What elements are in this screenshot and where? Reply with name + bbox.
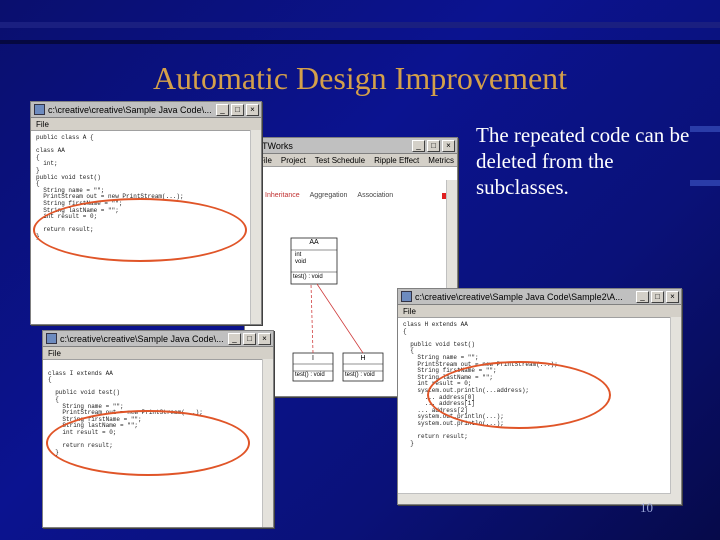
uml-field-2: void (295, 259, 307, 265)
code-window-menubar: File (43, 347, 273, 360)
slide-title: Automatic Design Improvement (152, 60, 568, 96)
minimize-button[interactable]: _ (228, 332, 241, 345)
code-window-title: c:\creative\creative\Sample Java Code\Sa… (415, 291, 623, 302)
maximize-button[interactable]: □ (231, 103, 244, 116)
uml-label-h: H (360, 355, 366, 362)
page-number: 10 (640, 500, 653, 515)
code-window-menubar: File (31, 118, 261, 131)
code-vscroll[interactable] (262, 359, 273, 527)
menu-file[interactable]: File (48, 349, 61, 358)
close-button[interactable]: × (246, 103, 259, 116)
code-line: public void test() (36, 173, 101, 181)
code-line: class AA (36, 147, 65, 155)
java-app-icon (34, 104, 45, 115)
code-line: class I extends AA (48, 369, 113, 377)
slide-body-text: The repeated code can be deleted from th… (476, 123, 690, 199)
code-line: public class A { (36, 134, 94, 141)
highlight-oval-top (33, 198, 247, 262)
uml-label-aa: AA (309, 239, 319, 246)
code-window-titlebar[interactable]: c:\creative\creative\Sample Java Code\Sa… (398, 289, 681, 305)
menu-file[interactable]: File (36, 120, 49, 129)
code-line: { (48, 376, 52, 384)
uml-method-i: test() : void (295, 372, 325, 378)
maximize-button[interactable]: □ (651, 290, 664, 303)
highlight-oval-right (427, 361, 611, 429)
code-hscroll[interactable] (398, 493, 671, 504)
uml-field-1: int (295, 252, 302, 258)
code-line: public void test() (403, 340, 476, 348)
code-line: class H extends AA (403, 321, 468, 328)
code-vscroll[interactable] (670, 317, 681, 504)
inherit-line-i (310, 283, 314, 354)
minimize-button[interactable]: _ (636, 290, 649, 303)
code-window-titlebar[interactable]: c:\creative\creative\Sample Java Code\..… (31, 102, 261, 118)
code-line: { (403, 327, 407, 335)
top-stripe-dark (0, 40, 720, 44)
code-line: { (36, 153, 40, 161)
inherit-line-h (316, 283, 364, 354)
code-line: } (403, 439, 414, 447)
uml-label-i: I (312, 355, 314, 362)
code-line: public void test() (48, 389, 121, 397)
code-window-title: c:\creative\creative\Sample Java Code\..… (48, 104, 212, 115)
uml-method-h: test() : void (345, 372, 375, 378)
highlight-oval-bottom-left (46, 410, 250, 476)
menu-file[interactable]: File (403, 307, 416, 316)
code-window-titlebar[interactable]: c:\creative\creative\Sample Java Code\..… (43, 331, 273, 347)
close-button[interactable]: × (666, 290, 679, 303)
close-button[interactable]: × (258, 332, 271, 345)
top-stripe (0, 22, 720, 28)
code-line: return result; (403, 433, 468, 441)
java-app-icon (46, 333, 57, 344)
code-vscroll[interactable] (250, 130, 261, 324)
code-line: int; (36, 160, 58, 168)
maximize-button[interactable]: □ (243, 332, 256, 345)
uml-method-aa: test() : void (293, 274, 323, 280)
code-window-title: c:\creative\creative\Sample Java Code\..… (60, 333, 224, 344)
code-window-menubar: File (398, 305, 681, 318)
minimize-button[interactable]: _ (216, 103, 229, 116)
java-app-icon (401, 291, 412, 302)
